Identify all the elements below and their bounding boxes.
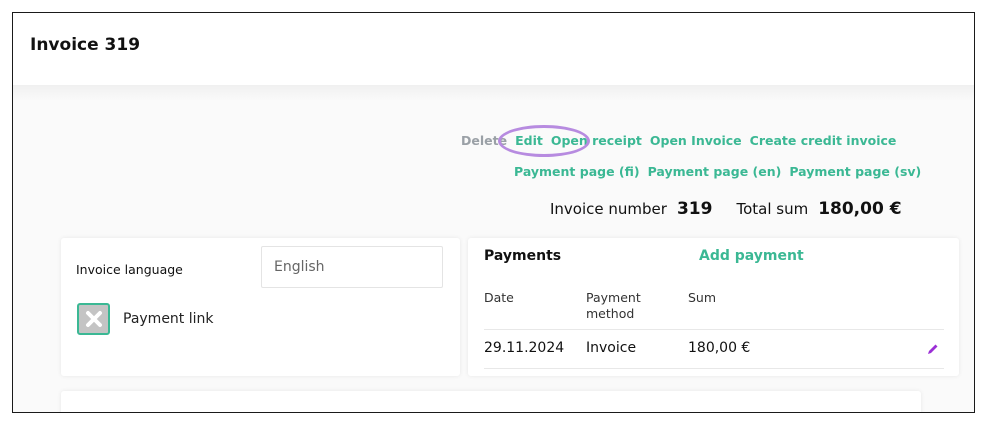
total-sum-label: Total sum	[736, 200, 809, 218]
invoice-language-label: Invoice language	[76, 262, 183, 277]
payment-sum: 180,00 €	[688, 340, 751, 356]
payment-page-en-link[interactable]: Payment page (en)	[648, 164, 782, 179]
column-header-sum: Sum	[688, 290, 717, 305]
column-header-payment-method: Payment method	[586, 290, 641, 321]
close-icon	[85, 311, 102, 327]
total-sum-value: 180,00 €	[818, 199, 902, 219]
payment-link-checkbox[interactable]	[77, 303, 110, 335]
add-payment-button[interactable]: Add payment	[699, 248, 804, 264]
table-divider	[484, 329, 944, 330]
payments-title: Payments	[484, 248, 562, 264]
pencil-icon[interactable]	[927, 343, 939, 355]
header-divider	[13, 85, 974, 101]
invoice-settings-card: Invoice language English Payment link	[61, 238, 460, 376]
payment-date: 29.11.2024	[484, 340, 565, 356]
invoice-language-field[interactable]: English	[261, 246, 443, 288]
invoice-number-label: Invoice number	[550, 200, 667, 218]
page-header: Invoice 319	[13, 13, 974, 85]
invoice-totals: Invoice number 319 Total sum 180,00 €	[550, 199, 902, 219]
create-credit-invoice-link[interactable]: Create credit invoice	[750, 133, 897, 148]
payment-page-sv-link[interactable]: Payment page (sv)	[789, 164, 921, 179]
payment-method: Invoice	[586, 340, 637, 356]
page-title: Invoice 319	[30, 35, 141, 55]
invoice-details-card	[61, 391, 921, 412]
column-header-date: Date	[484, 290, 514, 305]
payment-page-fi-link[interactable]: Payment page (fi)	[514, 164, 640, 179]
invoice-actions-row-2: Payment page (fi) Payment page (en) Paymen…	[514, 164, 929, 180]
payment-link-label: Payment link	[123, 311, 214, 327]
edit-highlight-circle	[498, 125, 590, 157]
table-divider	[484, 368, 944, 369]
invoice-number-value: 319	[676, 199, 713, 219]
payments-card: Payments Add payment Date Payment method…	[468, 238, 959, 376]
open-invoice-link[interactable]: Open Invoice	[650, 133, 742, 148]
invoice-window: Invoice 319 Delete Edit Open receipt Open I…	[12, 12, 975, 413]
